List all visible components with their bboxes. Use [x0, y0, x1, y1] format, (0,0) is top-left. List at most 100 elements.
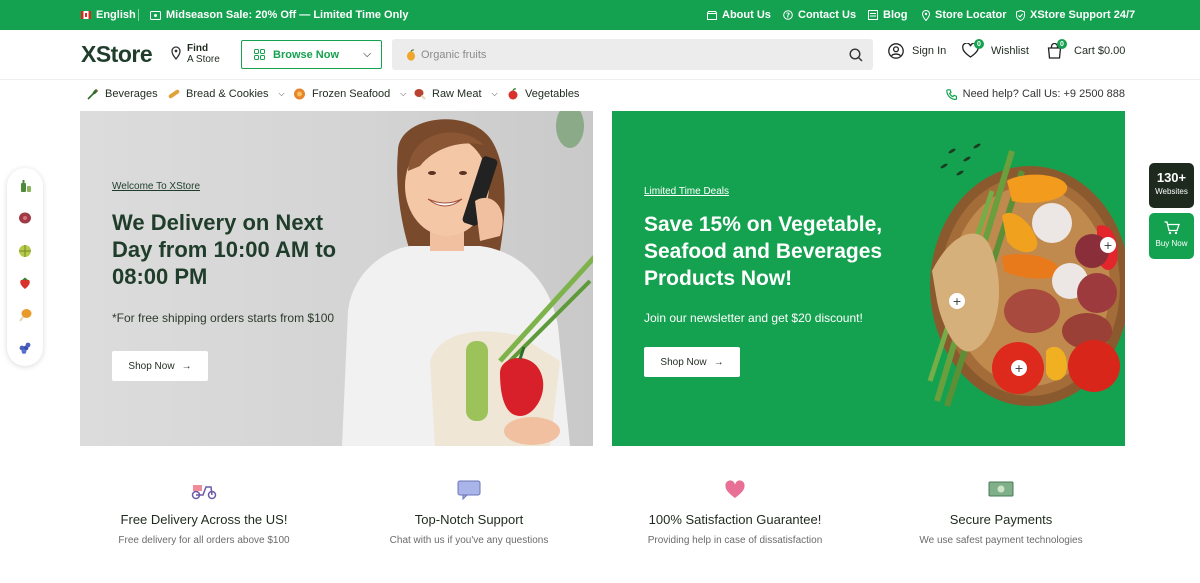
arrow-right-icon: → [713, 356, 724, 368]
chevron-down-icon: ⌵ [363, 49, 371, 60]
wishlist-count-badge: 0 [974, 39, 984, 49]
nav-label: Raw Meat [432, 88, 482, 100]
nav-item-frozen-seafood[interactable]: Frozen Seafood ⌵ [293, 88, 406, 100]
logo-text: XStore [81, 41, 153, 67]
find-store-link[interactable]: Find A Store [171, 43, 220, 65]
websites-label: Websites [1155, 187, 1188, 196]
bread-icon [168, 89, 180, 99]
svg-text:+: + [1103, 239, 1112, 252]
feature-title: Secure Payments [949, 512, 1053, 527]
wishlist-link[interactable]: 0 Wishlist [962, 39, 1029, 58]
shop-now-button[interactable]: Shop Now → [644, 347, 740, 377]
heart-icon [725, 480, 745, 498]
limited-deals-eyebrow[interactable]: Limited Time Deals [644, 186, 729, 197]
grid-icon [254, 49, 265, 60]
question-icon: ? [783, 10, 793, 20]
shipping-note: *For free shipping orders starts from $1… [112, 311, 335, 325]
site-logo[interactable]: XStore [81, 41, 153, 68]
user-icon [888, 43, 904, 59]
vegetable-icon [508, 88, 518, 100]
find-label: Find [187, 43, 209, 54]
location-pin-icon [171, 46, 181, 60]
sign-in-label: Sign In [912, 45, 947, 57]
phone-icon [945, 88, 957, 100]
nav-item-bread-cookies[interactable]: Bread & Cookies ⌵ [168, 88, 285, 100]
contact-us-label: Contact Us [798, 9, 857, 21]
topbar-divider [138, 9, 139, 21]
feature-title: Free Delivery Across the US! [120, 512, 288, 527]
bottle-icon[interactable] [18, 179, 32, 193]
nav-item-beverages[interactable]: Beverages [87, 88, 158, 100]
browse-now-label: Browse Now [273, 48, 340, 61]
mango-icon [407, 48, 415, 61]
newsletter-note: Join our newsletter and get $20 discount… [644, 311, 863, 325]
contact-us-link[interactable]: ? Contact Us [783, 0, 856, 30]
svg-text:+: + [1014, 362, 1023, 375]
about-us-link[interactable]: About Us [707, 0, 771, 30]
canada-flag-icon [81, 11, 91, 19]
buy-now-label: Buy Now [1155, 239, 1188, 248]
shop-now-label: Shop Now [128, 360, 175, 372]
support-link[interactable]: XStore Support 24/7 [1016, 0, 1135, 30]
bottle-icon [87, 88, 99, 100]
meat-icon [414, 89, 426, 100]
floating-category-toolbar [7, 168, 43, 366]
nav-item-vegetables[interactable]: Vegetables [507, 88, 579, 100]
nav-label: Bread & Cookies [186, 88, 269, 100]
buy-now-button[interactable]: Buy Now [1149, 213, 1194, 259]
language-selector[interactable]: English [81, 0, 136, 30]
hero-banner-deals[interactable]: + + + Limited Time Deals Save 15% on Veg… [612, 111, 1125, 446]
location-pin-icon [922, 9, 930, 21]
nav-item-raw-meat[interactable]: Raw Meat ⌵ [414, 88, 498, 100]
feature-support: Top-Notch Support Chat with us if you've… [329, 480, 609, 546]
strawberry-icon[interactable] [18, 276, 32, 290]
search-icon[interactable] [849, 47, 863, 62]
shop-now-button[interactable]: Shop Now → [112, 351, 208, 381]
search-bar [392, 39, 873, 70]
about-us-label: About Us [722, 9, 771, 21]
welcome-eyebrow[interactable]: Welcome To XStore [112, 181, 200, 192]
promo-text: Midseason Sale: 20% Off — Limited Time O… [166, 9, 409, 21]
feature-subtitle: We use safest payment technologies [919, 535, 1083, 546]
shop-now-label: Shop Now [660, 356, 707, 368]
store-label: A Store [187, 54, 220, 65]
meat-icon[interactable] [18, 211, 32, 225]
store-locator-label: Store Locator [935, 9, 1007, 21]
search-input[interactable] [421, 48, 841, 61]
arrow-right-icon: → [181, 360, 192, 372]
blog-link[interactable]: Blog [868, 0, 907, 30]
nav-label: Beverages [105, 88, 158, 100]
store-icon [707, 10, 717, 20]
help-phone[interactable]: Need help? Call Us: +9 2500 888 [945, 88, 1125, 100]
svg-text:+: + [952, 295, 961, 308]
cart-count-badge: 0 [1057, 39, 1067, 49]
support-label: XStore Support 24/7 [1030, 9, 1136, 21]
feature-satisfaction: 100% Satisfaction Guarantee! Providing h… [595, 480, 875, 546]
feature-subtitle: Free delivery for all orders above $100 [118, 535, 290, 546]
nav-label: Frozen Seafood [312, 88, 391, 100]
chevron-down-icon: ⌵ [400, 89, 407, 98]
cart-link[interactable]: 0 Cart $0.00 [1047, 39, 1126, 59]
chicken-leg-icon[interactable] [18, 308, 32, 322]
feature-title: 100% Satisfaction Guarantee! [648, 512, 822, 527]
delivery-headline: We Delivery on Next Day from 10:00 AM to… [112, 210, 337, 289]
chevron-down-icon: ⌵ [491, 89, 498, 98]
feature-free-delivery: Free Delivery Across the US! Free delive… [64, 480, 344, 546]
wishlist-label: Wishlist [991, 44, 1029, 57]
feature-title: Top-Notch Support [414, 512, 524, 527]
browse-now-button[interactable]: Browse Now ⌵ [241, 40, 382, 69]
grapes-icon[interactable] [18, 340, 32, 354]
store-locator-link[interactable]: Store Locator [922, 0, 1007, 30]
sign-in-link[interactable]: Sign In [888, 43, 946, 59]
cart-label: Cart $0.00 [1074, 45, 1126, 57]
seafood-icon [294, 88, 305, 100]
money-icon [988, 481, 1014, 497]
feature-subtitle: Chat with us if you've any questions [389, 535, 549, 546]
hero-banner-delivery[interactable]: Welcome To XStore We Delivery on Next Da… [80, 111, 593, 446]
websites-count-badge[interactable]: 130+ Websites [1149, 163, 1194, 208]
deals-headline: Save 15% on Vegetable, Seafood and Bever… [644, 213, 883, 290]
main-header: XStore Find A Store Browse Now ⌵ Sign In… [0, 30, 1200, 80]
help-text: Need help? Call Us: +9 2500 888 [962, 88, 1125, 100]
feature-secure-payments: Secure Payments We use safest payment te… [861, 480, 1141, 546]
melon-icon[interactable] [18, 244, 32, 258]
